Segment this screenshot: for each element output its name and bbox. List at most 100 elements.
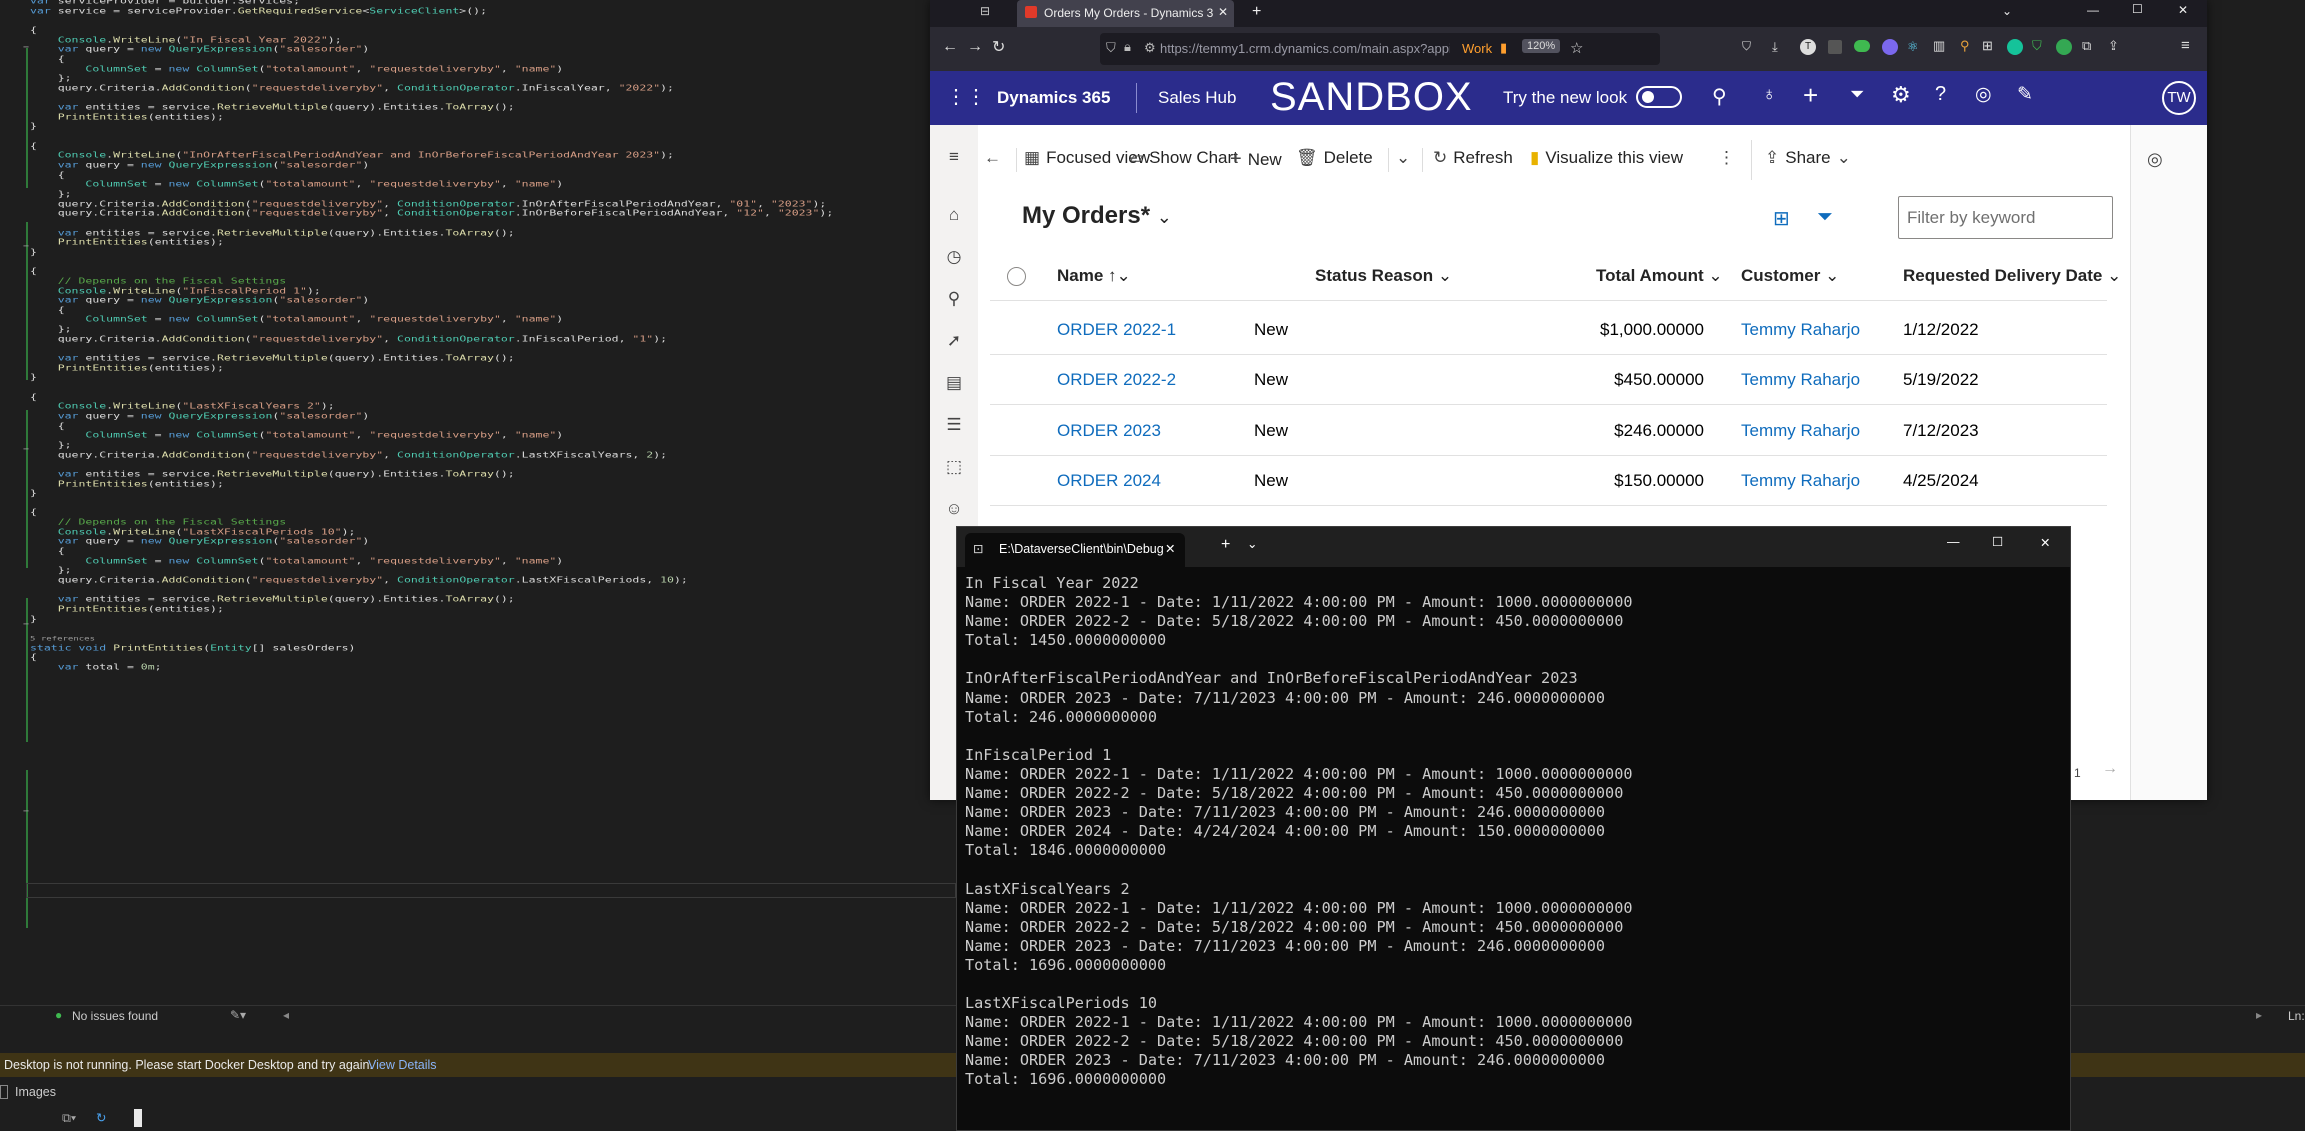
- add-icon[interactable]: +: [1803, 80, 1818, 111]
- table-row[interactable]: ORDER 2023 New $246.00000 Temmy Raharjo …: [990, 406, 2107, 456]
- minimize-icon[interactable]: —: [1947, 535, 1960, 549]
- show-chart-button[interactable]: ▱ Show Chart: [1130, 148, 1238, 168]
- new-look-toggle[interactable]: [1636, 86, 1682, 108]
- new-tab-icon[interactable]: +: [1221, 536, 1230, 554]
- column-header-status[interactable]: Status Reason ⌄: [1315, 266, 1452, 286]
- refresh-button[interactable]: ↻ Refresh: [1433, 148, 1513, 168]
- download-icon[interactable]: ⤓: [1772, 39, 1778, 55]
- forward-icon[interactable]: →: [967, 38, 983, 56]
- column-header-delivery-date[interactable]: Requested Delivery Date ⌄: [1903, 266, 2121, 286]
- customer-link[interactable]: Temmy Raharjo: [1741, 370, 1860, 390]
- delete-button[interactable]: 🗑︎ Delete: [1296, 148, 1373, 168]
- extension-toggle-icon[interactable]: [1854, 40, 1870, 52]
- fold-toggle[interactable]: −: [23, 806, 29, 817]
- tab-list-icon[interactable]: ⌄: [2002, 4, 2012, 18]
- order-name-link[interactable]: ORDER 2024: [1057, 471, 1161, 491]
- column-header-customer[interactable]: Customer ⌄: [1741, 266, 1839, 286]
- new-tab-icon[interactable]: +: [1252, 3, 1261, 21]
- reload-icon[interactable]: ↻: [992, 37, 1005, 57]
- menu-icon[interactable]: ≡: [2181, 37, 2190, 54]
- share-page-icon[interactable]: ⇪: [2108, 38, 2119, 54]
- app-name[interactable]: Dynamics 365: [997, 88, 1110, 108]
- filter-by-keyword-input[interactable]: Filter by keyword: [1898, 196, 2113, 239]
- view-details-link[interactable]: View Details: [368, 1058, 437, 1072]
- fold-toggle[interactable]: −: [23, 241, 29, 252]
- app-launcher-icon[interactable]: ⋮⋮: [946, 84, 986, 109]
- grammarly-icon[interactable]: [2007, 39, 2023, 55]
- terminal-output[interactable]: In Fiscal Year 2022 Name: ORDER 2022-1 - …: [965, 574, 1633, 1090]
- close-window-icon[interactable]: ✕: [2040, 535, 2050, 550]
- toolbar-icon[interactable]: ⧉▾: [62, 1111, 76, 1126]
- search-icon[interactable]: ⚲: [1712, 84, 1727, 109]
- recent-icon[interactable]: ◷: [943, 247, 965, 269]
- column-header-name[interactable]: Name ↑⌄: [1057, 266, 1131, 286]
- more-delete-dropdown[interactable]: ⌄: [1396, 148, 1410, 168]
- view-selector[interactable]: My Orders* ⌄: [1022, 202, 1172, 230]
- copilot-icon[interactable]: ◎: [1975, 83, 1992, 106]
- more-commands-button[interactable]: ⋮: [1718, 148, 1735, 168]
- order-name-link[interactable]: ORDER 2022-2: [1057, 370, 1176, 390]
- extension-circle-icon[interactable]: [2056, 39, 2072, 55]
- tab-overview-icon[interactable]: ⊟: [980, 4, 990, 18]
- brush-icon[interactable]: ✎▾: [230, 1008, 246, 1022]
- code-lens-references[interactable]: 5 references: [30, 633, 95, 643]
- contact-icon[interactable]: ☺: [943, 499, 965, 521]
- fold-toggle[interactable]: −: [23, 42, 29, 53]
- visualize-button[interactable]: ▮ Visualize this view: [1530, 148, 1683, 168]
- table-row[interactable]: ORDER 2022-2 New $450.00000 Temmy Raharj…: [990, 355, 2107, 405]
- table-row[interactable]: ORDER 2024 New $150.00000 Temmy Raharjo …: [990, 456, 2107, 506]
- extension-puzzle-icon[interactable]: [1882, 39, 1898, 55]
- help-icon[interactable]: ?: [1935, 83, 1946, 106]
- select-all-checkbox[interactable]: [1007, 267, 1026, 286]
- edit-columns-icon[interactable]: ⊞: [1773, 206, 1790, 231]
- fold-toggle[interactable]: −: [23, 619, 29, 630]
- avatar[interactable]: TW: [2162, 81, 2196, 115]
- maximize-icon[interactable]: ☐: [2132, 2, 2143, 16]
- box-icon[interactable]: ⬚: [943, 457, 965, 479]
- permissions-icon[interactable]: ⚙: [1144, 40, 1156, 56]
- filter-icon[interactable]: ⏷: [1850, 84, 1864, 105]
- refresh-icon[interactable]: ↻: [96, 1110, 106, 1125]
- rocket-icon[interactable]: ➚: [943, 331, 965, 353]
- customer-link[interactable]: Temmy Raharjo: [1741, 471, 1860, 491]
- scroll-left-icon[interactable]: ◂: [283, 1008, 289, 1022]
- hamburger-menu-icon[interactable]: ≡: [943, 147, 965, 169]
- lightbulb-icon[interactable]: ♁: [1762, 84, 1776, 106]
- back-button[interactable]: ←: [984, 148, 1001, 168]
- extensions-icon[interactable]: ⧉: [2082, 38, 2091, 54]
- edit-filters-icon[interactable]: ⏷: [1817, 206, 1833, 229]
- new-button[interactable]: + New: [1230, 148, 1282, 171]
- customer-link[interactable]: Temmy Raharjo: [1741, 320, 1860, 340]
- extension-icon[interactable]: [1828, 40, 1842, 54]
- maximize-icon[interactable]: ☐: [1992, 534, 2003, 549]
- customer-link[interactable]: Temmy Raharjo: [1741, 421, 1860, 441]
- images-tab[interactable]: Images: [15, 1085, 56, 1099]
- fold-toggle[interactable]: −: [23, 444, 29, 455]
- settings-gear-icon[interactable]: ⚙: [1891, 82, 1911, 108]
- chevron-down-icon[interactable]: ⌄: [1247, 536, 1257, 551]
- zoom-level[interactable]: 120%: [1522, 39, 1561, 53]
- sliders-icon[interactable]: ☰: [943, 415, 965, 437]
- order-name-link[interactable]: ORDER 2022-1: [1057, 320, 1176, 340]
- minimize-icon[interactable]: —: [2087, 3, 2099, 17]
- terminal-window[interactable]: ⊡ E:\DataverseClient\bin\Debug ✕ + ⌄ — ☐…: [956, 526, 2071, 1131]
- extension-grid-icon[interactable]: ⊞: [1982, 38, 1993, 54]
- home-icon[interactable]: ⌂: [943, 205, 965, 227]
- pinned-icon[interactable]: ⚲: [943, 289, 965, 311]
- order-name-link[interactable]: ORDER 2023: [1057, 421, 1161, 441]
- browser-tab[interactable]: Orders My Orders - Dynamics 3 ✕: [1017, 0, 1234, 27]
- next-page-icon[interactable]: →: [2102, 760, 2118, 778]
- hub-name[interactable]: Sales Hub: [1158, 88, 1236, 108]
- close-window-icon[interactable]: ✕: [2178, 3, 2188, 17]
- scroll-right-icon[interactable]: ▸: [2256, 1008, 2262, 1022]
- extension-t-icon[interactable]: T: [1800, 39, 1816, 55]
- copilot-pane-icon[interactable]: ◎: [2147, 149, 2163, 170]
- extension-bars-icon[interactable]: ▥: [1933, 38, 1945, 54]
- column-header-amount[interactable]: Total Amount ⌄: [1596, 266, 1723, 286]
- extension-pin-icon[interactable]: ⚲: [1960, 38, 1970, 54]
- react-devtools-icon[interactable]: ⚛: [1907, 39, 1919, 55]
- shield-extension-icon[interactable]: ⛉: [2032, 38, 2042, 54]
- container-label[interactable]: Work: [1462, 41, 1492, 56]
- back-icon[interactable]: ←: [942, 38, 958, 56]
- terminal-tab[interactable]: ⊡ E:\DataverseClient\bin\Debug ✕: [965, 533, 1185, 567]
